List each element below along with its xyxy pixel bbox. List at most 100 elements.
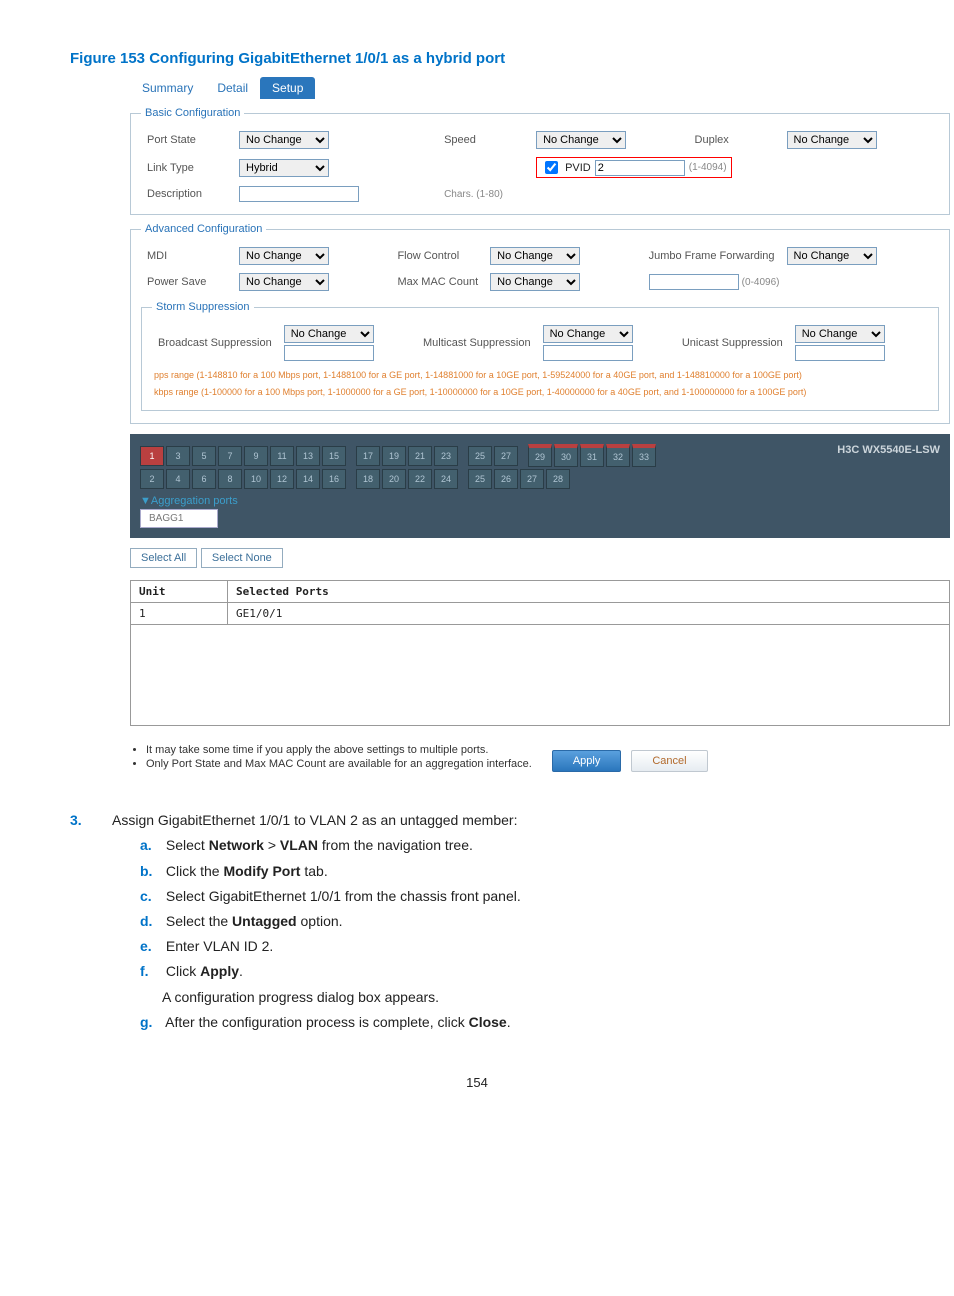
port-22[interactable]: 22 — [408, 469, 432, 489]
label-broadcast: Broadcast Suppression — [152, 321, 278, 365]
port-16[interactable]: 16 — [322, 469, 346, 489]
figure-title: Figure 153 Configuring GigabitEthernet 1… — [70, 50, 884, 67]
sub-c-text: Select GigabitEthernet 1/0/1 from the ch… — [166, 888, 521, 904]
selected-ports-header: Selected Ports — [228, 581, 950, 603]
unit-cell: 1 — [131, 603, 228, 625]
port-25[interactable]: 25 — [468, 469, 492, 489]
broadcast-select[interactable]: No Change — [284, 325, 374, 343]
pvid-highlight: PVID (1-4094) — [536, 157, 732, 178]
device-model: H3C WX5540E-LSW — [837, 444, 940, 456]
port-20[interactable]: 20 — [382, 469, 406, 489]
label-multicast: Multicast Suppression — [417, 321, 537, 365]
sub-a: a. — [140, 833, 162, 858]
page-number: 154 — [70, 1075, 884, 1090]
speed-select[interactable]: No Change — [536, 131, 626, 149]
setup-screenshot: Summary Detail Setup Basic Configuration… — [130, 77, 950, 778]
label-flow: Flow Control — [391, 243, 484, 269]
port-2[interactable]: 2 — [140, 469, 164, 489]
label-speed: Speed — [438, 127, 530, 153]
port-27[interactable]: 27 — [520, 469, 544, 489]
port-18[interactable]: 18 — [356, 469, 380, 489]
mdi-select[interactable]: No Change — [239, 247, 329, 265]
apply-button[interactable]: Apply — [552, 750, 622, 772]
unicast-input[interactable] — [795, 345, 885, 361]
selected-ports-cell: GE1/0/1 — [228, 603, 950, 625]
kbps-hint: kbps range (1-100000 for a 100 Mbps port… — [154, 386, 926, 399]
label-description: Description — [141, 182, 233, 206]
port-13[interactable]: 13 — [296, 446, 320, 466]
port-30[interactable]: 30 — [554, 444, 578, 467]
multicast-input[interactable] — [543, 345, 633, 361]
tab-summary[interactable]: Summary — [130, 77, 205, 99]
port-8[interactable]: 8 — [218, 469, 242, 489]
description-input[interactable] — [239, 186, 359, 202]
sub-d: d. — [140, 909, 162, 934]
sub-g: g. — [140, 1010, 162, 1035]
unit-header: Unit — [131, 581, 228, 603]
jumbo-select[interactable]: No Change — [787, 247, 877, 265]
label-link-type: Link Type — [141, 153, 233, 182]
port-23[interactable]: 23 — [434, 446, 458, 466]
port-29[interactable]: 29 — [528, 444, 552, 467]
port-10[interactable]: 10 — [244, 469, 268, 489]
label-port-state: Port State — [141, 127, 233, 153]
pps-hint: pps range (1-148810 for a 100 Mbps port,… — [154, 369, 926, 382]
multicast-select[interactable]: No Change — [543, 325, 633, 343]
flow-select[interactable]: No Change — [490, 247, 580, 265]
sub-f-note: A configuration progress dialog box appe… — [162, 985, 884, 1010]
port-27[interactable]: 27 — [494, 446, 518, 466]
instructions: 3. Assign GigabitEthernet 1/0/1 to VLAN … — [70, 808, 884, 1035]
port-32[interactable]: 32 — [606, 444, 630, 467]
port-15[interactable]: 15 — [322, 446, 346, 466]
port-4[interactable]: 4 — [166, 469, 190, 489]
sub-f: f. — [140, 959, 162, 984]
storm-fieldset: Storm Suppression Broadcast Suppression … — [141, 301, 939, 411]
port-33[interactable]: 33 — [632, 444, 656, 467]
pvid-range: (1-4094) — [689, 162, 727, 173]
advanced-config-fieldset: Advanced Configuration MDI No Change Flo… — [130, 223, 950, 424]
sub-f-text: Click Apply. — [166, 963, 243, 979]
sub-g-text: After the configuration process is compl… — [165, 1014, 510, 1030]
broadcast-input[interactable] — [284, 345, 374, 361]
port-31[interactable]: 31 — [580, 444, 604, 467]
agg-ports-title: ▼Aggregation ports — [140, 495, 940, 507]
port-12[interactable]: 12 — [270, 469, 294, 489]
port-11[interactable]: 11 — [270, 446, 294, 466]
sub-d-text: Select the Untagged option. — [166, 913, 343, 929]
port-3[interactable]: 3 — [166, 446, 190, 466]
label-pvid: PVID — [565, 162, 591, 174]
port-21[interactable]: 21 — [408, 446, 432, 466]
maxmac-select[interactable]: No Change — [490, 273, 580, 291]
label-maxmac: Max MAC Count — [391, 269, 484, 295]
port-9[interactable]: 9 — [244, 446, 268, 466]
port-26[interactable]: 26 — [494, 469, 518, 489]
port-state-select[interactable]: No Change — [239, 131, 329, 149]
port-6[interactable]: 6 — [192, 469, 216, 489]
basic-config-fieldset: Basic Configuration Port State No Change… — [130, 107, 950, 215]
tab-detail[interactable]: Detail — [205, 77, 260, 99]
maxmac-input[interactable] — [649, 274, 739, 290]
port-28[interactable]: 28 — [546, 469, 570, 489]
sub-c: c. — [140, 884, 162, 909]
port-14[interactable]: 14 — [296, 469, 320, 489]
tab-setup[interactable]: Setup — [260, 77, 315, 99]
power-select[interactable]: No Change — [239, 273, 329, 291]
port-24[interactable]: 24 — [434, 469, 458, 489]
agg-port-item[interactable]: BAGG1 — [140, 509, 218, 528]
port-1[interactable]: 1 — [140, 446, 164, 466]
port-5[interactable]: 5 — [192, 446, 216, 466]
select-none-button[interactable]: Select None — [201, 548, 283, 568]
port-25[interactable]: 25 — [468, 446, 492, 466]
note-2: Only Port State and Max MAC Count are av… — [146, 758, 532, 770]
storm-legend: Storm Suppression — [152, 301, 254, 313]
port-17[interactable]: 17 — [356, 446, 380, 466]
unicast-select[interactable]: No Change — [795, 325, 885, 343]
duplex-select[interactable]: No Change — [787, 131, 877, 149]
pvid-input[interactable] — [595, 160, 685, 176]
select-all-button[interactable]: Select All — [130, 548, 197, 568]
port-7[interactable]: 7 — [218, 446, 242, 466]
port-19[interactable]: 19 — [382, 446, 406, 466]
cancel-button[interactable]: Cancel — [631, 750, 707, 772]
pvid-checkbox[interactable] — [545, 161, 558, 174]
link-type-select[interactable]: Hybrid — [239, 159, 329, 177]
